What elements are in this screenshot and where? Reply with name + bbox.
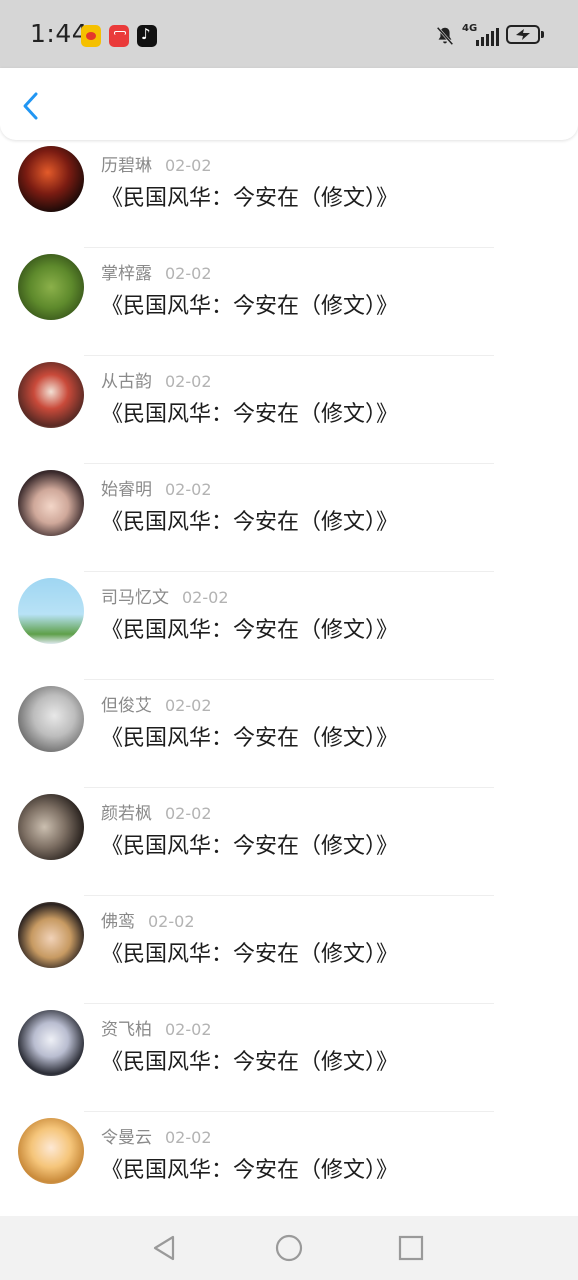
comment-item[interactable]: 佛鸾 02-02 《民国风华：今安在（修文）》: [0, 896, 578, 1004]
commenter-name: 佛鸾: [101, 912, 135, 932]
comment-date: 02-02: [182, 588, 229, 607]
home-circle-icon[interactable]: [273, 1232, 305, 1264]
comment-text: 《民国风华：今安在（修文）》: [101, 726, 399, 751]
comment-item[interactable]: 掌梓露 02-02 《民国风华：今安在（修文）》: [0, 248, 578, 356]
comment-item[interactable]: 司马忆文 02-02 《民国风华：今安在（修文）》: [0, 572, 578, 680]
avatar[interactable]: [18, 254, 84, 320]
avatar[interactable]: [18, 578, 84, 644]
commenter-name: 令曼云: [101, 1128, 152, 1148]
comment-meta: 颜若枫 02-02: [101, 799, 212, 824]
comment-date: 02-02: [148, 912, 195, 931]
commenter-name: 历碧琳: [101, 156, 152, 176]
tiktok-icon: [137, 25, 157, 47]
avatar[interactable]: [18, 794, 84, 860]
comment-text: 《民国风华：今安在（修文）》: [101, 186, 399, 211]
comment-meta: 掌梓露 02-02: [101, 259, 212, 284]
avatar[interactable]: [18, 362, 84, 428]
comment-date: 02-02: [165, 480, 212, 499]
avatar[interactable]: [18, 146, 84, 212]
comment-item[interactable]: 但俊艾 02-02 《民国风华：今安在（修文）》: [0, 680, 578, 788]
comment-meta: 司马忆文 02-02: [101, 583, 229, 608]
commenter-name: 颜若枫: [101, 804, 152, 824]
comment-date: 02-02: [165, 1020, 212, 1039]
red-app-icon: [109, 25, 129, 47]
comment-text: 《民国风华：今安在（修文）》: [101, 402, 399, 427]
comment-meta: 历碧琳 02-02: [101, 151, 212, 176]
commenter-name: 始睿明: [101, 480, 152, 500]
comment-text: 《民国风华：今安在（修文）》: [101, 294, 399, 319]
comment-date: 02-02: [165, 156, 212, 175]
comment-date: 02-02: [165, 1128, 212, 1147]
comment-item[interactable]: 历碧琳 02-02 《民国风华：今安在（修文）》: [0, 140, 578, 248]
commenter-name: 从古韵: [101, 372, 152, 392]
comment-text: 《民国风华：今安在（修文）》: [101, 618, 399, 643]
comment-meta: 佛鸾 02-02: [101, 907, 195, 932]
comment-date: 02-02: [165, 696, 212, 715]
status-time: 1:44: [30, 19, 89, 48]
top-app-bar: [0, 68, 578, 140]
comment-date: 02-02: [165, 372, 212, 391]
avatar[interactable]: [18, 686, 84, 752]
comment-item[interactable]: 始睿明 02-02 《民国风华：今安在（修文）》: [0, 464, 578, 572]
comment-text: 《民国风华：今安在（修文）》: [101, 1050, 399, 1075]
commenter-name: 司马忆文: [101, 588, 169, 608]
comment-date: 02-02: [165, 264, 212, 283]
mute-bell-icon: [436, 26, 454, 46]
weibo-icon: [81, 25, 101, 47]
comment-item[interactable]: 从古韵 02-02 《民国风华：今安在（修文）》: [0, 356, 578, 464]
comment-date: 02-02: [165, 804, 212, 823]
system-nav-bar: [0, 1216, 578, 1280]
comment-meta: 令曼云 02-02: [101, 1123, 212, 1148]
signal-icon: [474, 26, 499, 46]
status-bar: 1:44 4G: [0, 0, 578, 68]
back-triangle-icon[interactable]: [149, 1232, 181, 1264]
comment-item[interactable]: 资飞柏 02-02 《民国风华：今安在（修文）》: [0, 1004, 578, 1112]
commenter-name: 资飞柏: [101, 1020, 152, 1040]
comment-meta: 始睿明 02-02: [101, 475, 212, 500]
commenter-name: 掌梓露: [101, 264, 152, 284]
recents-square-icon[interactable]: [395, 1232, 427, 1264]
avatar[interactable]: [18, 470, 84, 536]
comment-meta: 资飞柏 02-02: [101, 1015, 212, 1040]
avatar[interactable]: [18, 1010, 84, 1076]
comment-item[interactable]: 颜若枫 02-02 《民国风华：今安在（修文）》: [0, 788, 578, 896]
comment-item[interactable]: 令曼云 02-02 《民国风华：今安在（修文）》: [0, 1112, 578, 1216]
avatar[interactable]: [18, 1118, 84, 1184]
comment-text: 《民国风华：今安在（修文）》: [101, 834, 399, 859]
comment-list[interactable]: 历碧琳 02-02 《民国风华：今安在（修文）》 掌梓露 02-02 《民国风华：今安在（…: [0, 140, 578, 1216]
avatar[interactable]: [18, 902, 84, 968]
commenter-name: 但俊艾: [101, 696, 152, 716]
comment-text: 《民国风华：今安在（修文）》: [101, 510, 399, 535]
chevron-left-icon[interactable]: [16, 90, 48, 122]
comment-text: 《民国风华：今安在（修文）》: [101, 1158, 399, 1183]
comment-text: 《民国风华：今安在（修文）》: [101, 942, 399, 967]
battery-charging-icon: [506, 25, 544, 44]
comment-meta: 但俊艾 02-02: [101, 691, 212, 716]
comment-meta: 从古韵 02-02: [101, 367, 212, 392]
